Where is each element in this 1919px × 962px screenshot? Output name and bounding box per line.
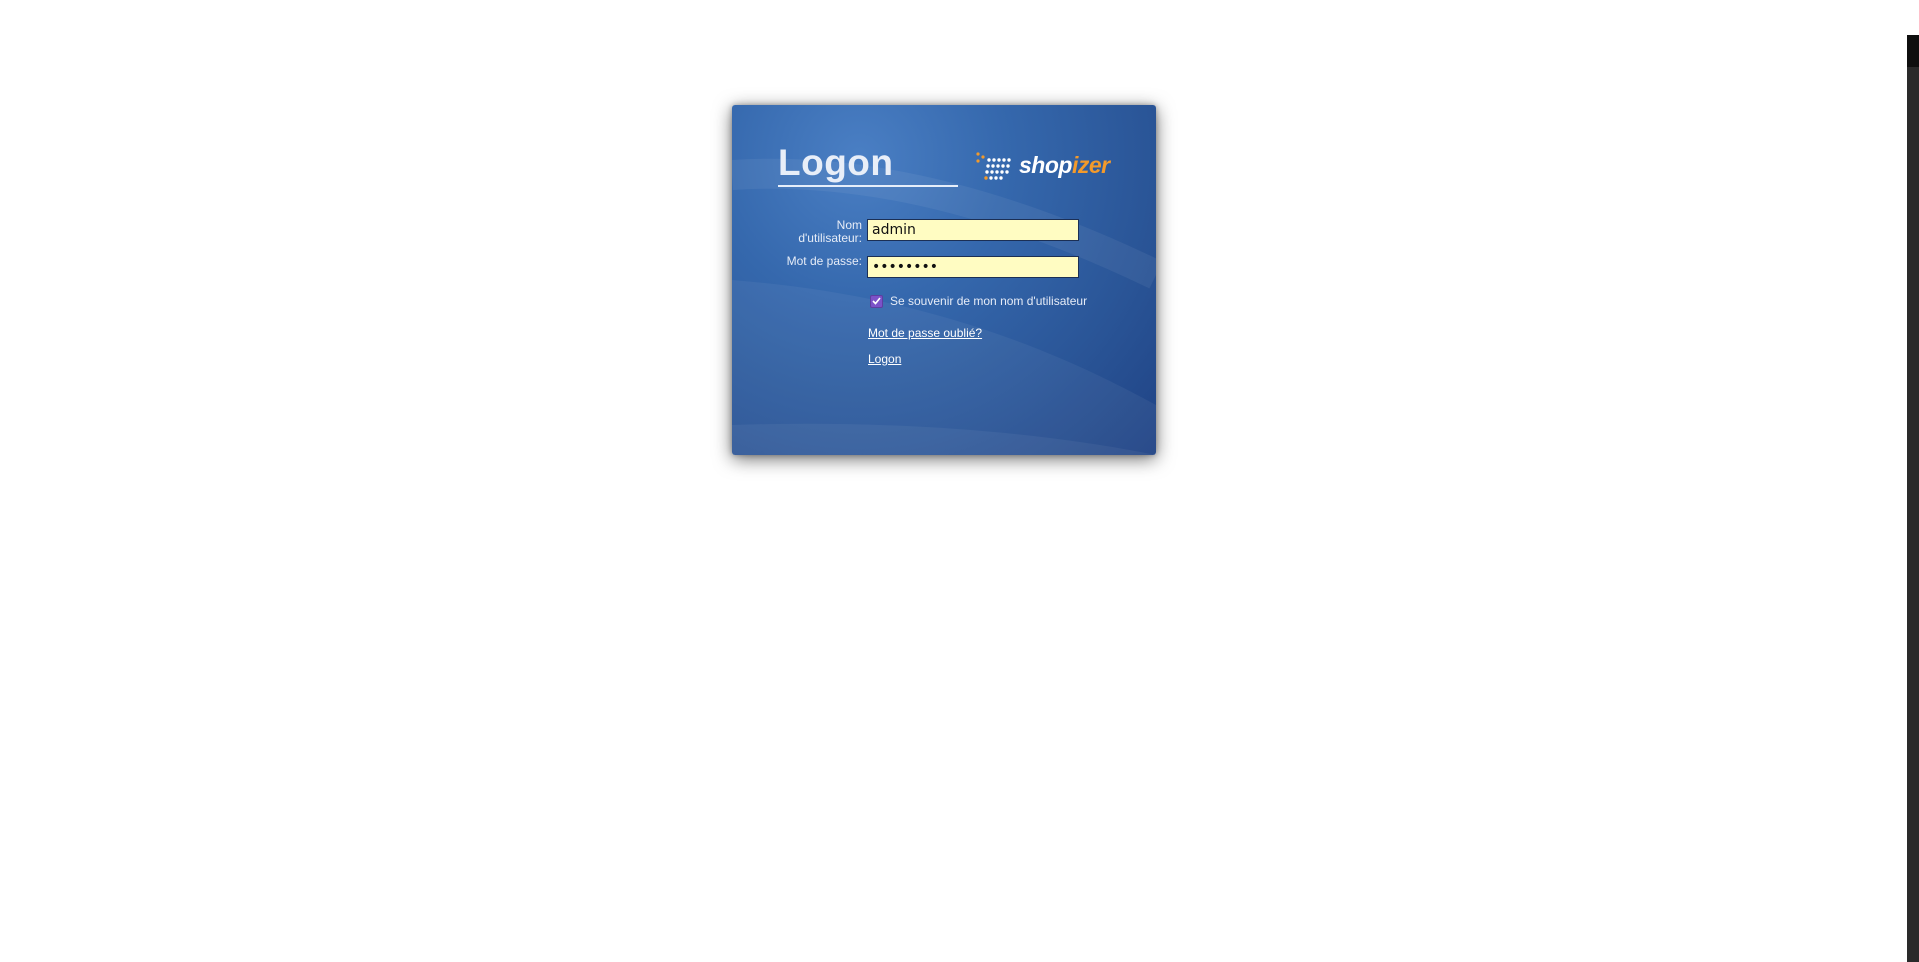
page-title: Logon (778, 142, 894, 183)
username-label: Nom d'utilisateur: (798, 218, 862, 245)
username-field[interactable] (867, 219, 1079, 241)
page-viewport: Logon shopizer Nom d'utilisateur: admin … (0, 0, 1919, 962)
logo-text-izer: izer (1071, 152, 1110, 178)
forgot-password-link[interactable]: Mot de passe oublié? (868, 326, 982, 340)
remember-me-row[interactable]: Se souvenir de mon nom d'utilisateur (870, 294, 1087, 308)
login-panel: Logon shopizer Nom d'utilisateur: admin … (732, 105, 1156, 455)
logo-text-shop: shop (1019, 152, 1072, 178)
password-label: Mot de passe: (786, 254, 862, 268)
password-field[interactable] (867, 256, 1079, 278)
remember-me-label: Se souvenir de mon nom d'utilisateur (890, 294, 1088, 308)
logo-wordmark: shopizer (1019, 152, 1110, 179)
scrollbar-thumb[interactable] (1907, 35, 1919, 67)
dotted-arrow-icon (976, 152, 1011, 180)
logon-link[interactable]: Logon (868, 352, 901, 366)
remember-me-checkbox[interactable] (870, 294, 883, 308)
checkmark-icon (872, 297, 881, 305)
shopizer-logo: shopizer (975, 147, 1110, 187)
scrollbar-track[interactable] (1907, 35, 1919, 962)
title-underline: Logon (778, 143, 958, 187)
